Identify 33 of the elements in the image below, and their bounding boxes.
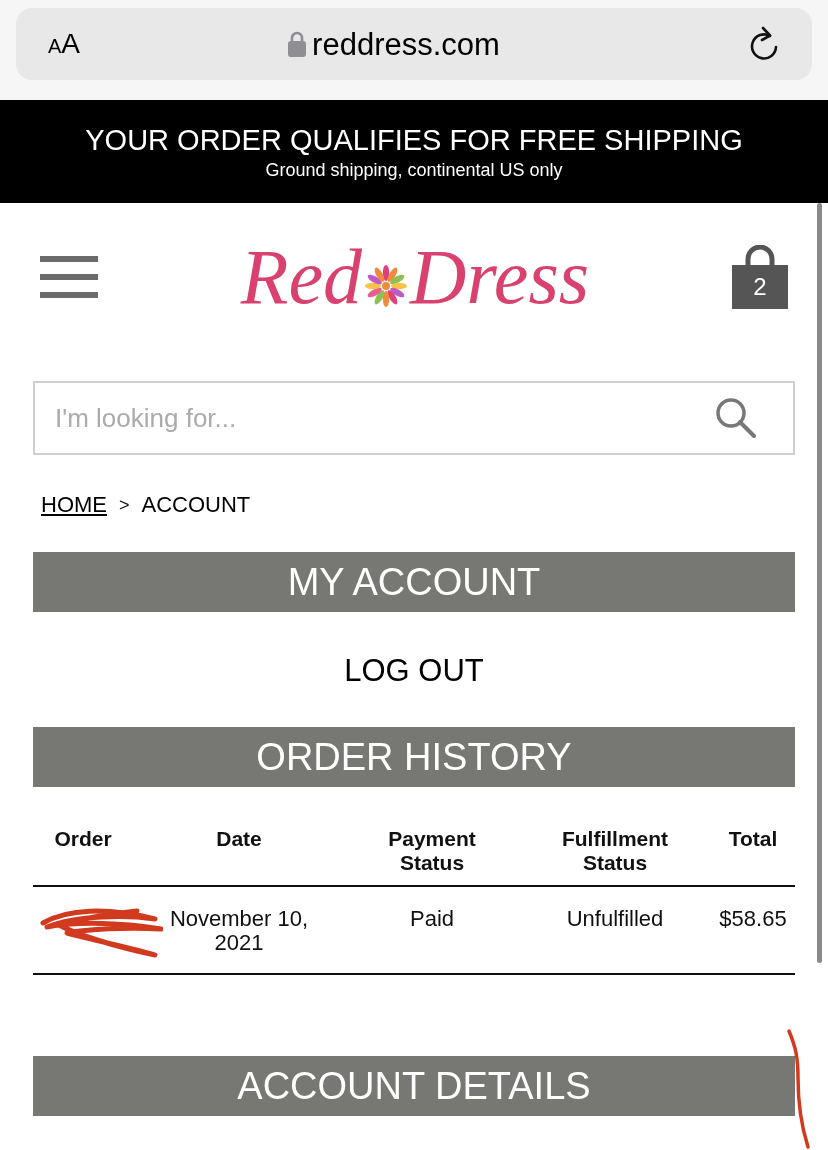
store-logo[interactable]: Red Dress	[240, 227, 590, 327]
promo-title: YOUR ORDER QUALIFIES FOR FREE SHIPPING	[85, 122, 743, 158]
column-header: Total	[728, 827, 778, 852]
breadcrumb-separator: >	[119, 494, 130, 517]
logo-word: Dress	[410, 232, 590, 322]
reload-icon[interactable]	[748, 26, 780, 62]
search-field[interactable]: I'm looking for...	[33, 381, 795, 455]
bag-handle-icon	[744, 245, 776, 265]
address-bar[interactable]: AA reddress.com	[16, 8, 812, 80]
table-cell: Unfulfilled	[566, 906, 664, 931]
search-icon[interactable]	[715, 397, 757, 439]
table-cell: Paid	[409, 906, 454, 931]
flower-icon	[364, 264, 409, 308]
cart-count-badge: 2	[732, 265, 788, 309]
cart-button[interactable]: 2	[732, 245, 788, 309]
logo-word: Red	[240, 232, 363, 322]
column-header: Payment Status	[388, 827, 476, 875]
text-size-button[interactable]: AA	[48, 30, 81, 58]
column-header: Order	[54, 827, 112, 852]
section-heading-bar: ORDER HISTORY	[33, 727, 795, 787]
url-text: reddress.com	[312, 28, 500, 60]
column-header: Fulfillment Status	[561, 827, 669, 875]
section-heading-bar: MY ACCOUNT	[33, 552, 795, 612]
breadcrumb-link[interactable]: HOME	[41, 491, 107, 519]
table-cell: $58.65	[719, 906, 787, 931]
scroll-bar[interactable]	[817, 203, 822, 963]
column-header: Date	[216, 827, 262, 852]
table-cell: November 10, 2021	[169, 906, 309, 955]
breadcrumb-current: ACCOUNT	[141, 491, 251, 519]
promo-subtitle: Ground shipping, continental US only	[265, 158, 563, 182]
section-heading-bar: ACCOUNT DETAILS	[33, 1056, 795, 1116]
log-out-link[interactable]: LOG OUT	[344, 653, 484, 689]
lock-icon	[288, 31, 307, 57]
